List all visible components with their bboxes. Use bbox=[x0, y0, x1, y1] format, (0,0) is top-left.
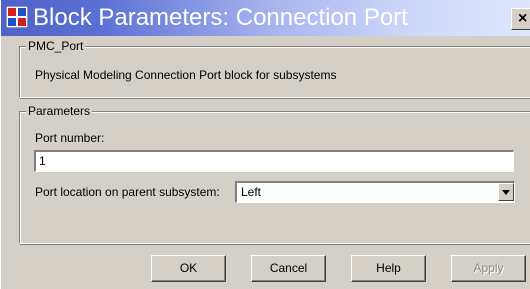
description-group-label: PMC_Port bbox=[26, 39, 86, 53]
simulink-block-icon bbox=[6, 6, 28, 28]
title-bar[interactable]: Block Parameters: Connection Port × bbox=[1, 0, 530, 36]
port-location-select[interactable]: Left bbox=[235, 181, 515, 203]
port-location-label: Port location on parent subsystem: bbox=[35, 185, 220, 199]
apply-button: Apply bbox=[451, 255, 526, 282]
port-number-input[interactable]: 1 bbox=[34, 150, 514, 172]
cancel-button[interactable]: Cancel bbox=[251, 255, 326, 282]
port-location-value: Left bbox=[241, 185, 262, 199]
close-icon: × bbox=[518, 10, 528, 27]
ok-button[interactable]: OK bbox=[151, 255, 226, 282]
port-number-label: Port number: bbox=[35, 131, 105, 145]
chevron-down-icon[interactable] bbox=[498, 183, 514, 201]
block-parameters-dialog: Block Parameters: Connection Port × PMC_… bbox=[0, 0, 530, 289]
block-description: Physical Modeling Connection Port block … bbox=[35, 68, 337, 82]
parameters-group-label: Parameters bbox=[26, 104, 93, 118]
close-button[interactable]: × bbox=[511, 8, 530, 30]
help-button[interactable]: Help bbox=[351, 255, 426, 282]
window-title: Block Parameters: Connection Port bbox=[33, 4, 408, 31]
